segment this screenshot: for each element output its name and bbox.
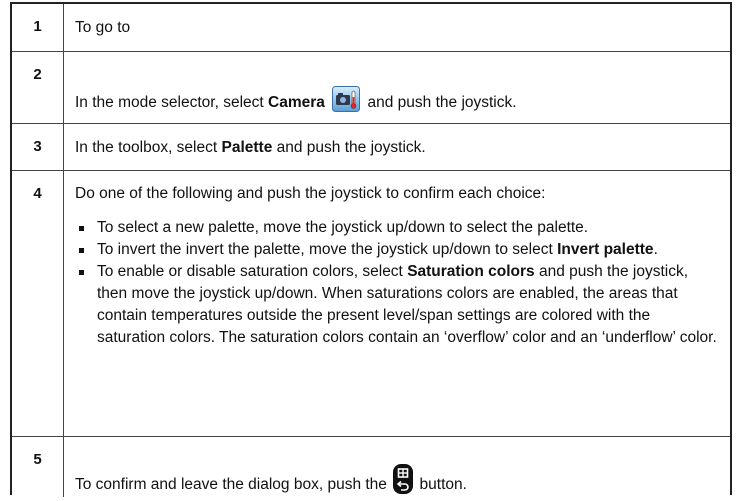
option-list: To select a new palette, move the joysti… xyxy=(75,217,722,349)
step-number: 3 xyxy=(12,124,64,170)
step-number: 2 xyxy=(12,52,64,123)
camera-label: Camera xyxy=(268,94,325,112)
back-button-icon xyxy=(393,464,414,494)
step-number: 5 xyxy=(12,437,64,497)
step-number: 4 xyxy=(12,171,64,436)
step-number: 1 xyxy=(12,4,64,51)
step-row-4: 4 Do one of the following and push the j… xyxy=(12,171,730,437)
instruction-table: 1 To go to 2 In the mode selector, selec… xyxy=(10,2,732,497)
step-row-1: 1 To go to xyxy=(12,4,730,52)
step-text: In the toolbox, select Palette and push … xyxy=(75,139,426,156)
step-text: In the mode selector, select Camera and … xyxy=(75,86,517,116)
list-item: To select a new palette, move the joysti… xyxy=(75,217,722,239)
list-item: To enable or disable saturation colors, … xyxy=(75,261,722,349)
step-row-5: 5 To confirm and leave the dialog box, p… xyxy=(12,437,730,497)
step-text: To go to xyxy=(75,19,131,36)
step-text: To confirm and leave the dialog box, pus… xyxy=(75,464,467,500)
step-intro: Do one of the following and push the joy… xyxy=(75,185,546,202)
palette-label: Palette xyxy=(221,139,273,156)
list-item: To invert the invert the palette, move t… xyxy=(75,239,722,261)
step-row-3: 3 In the toolbox, select Palette and pus… xyxy=(12,124,730,171)
camera-mode-icon xyxy=(332,86,361,112)
step-row-2: 2 In the mode selector, select Camera an… xyxy=(12,52,730,124)
